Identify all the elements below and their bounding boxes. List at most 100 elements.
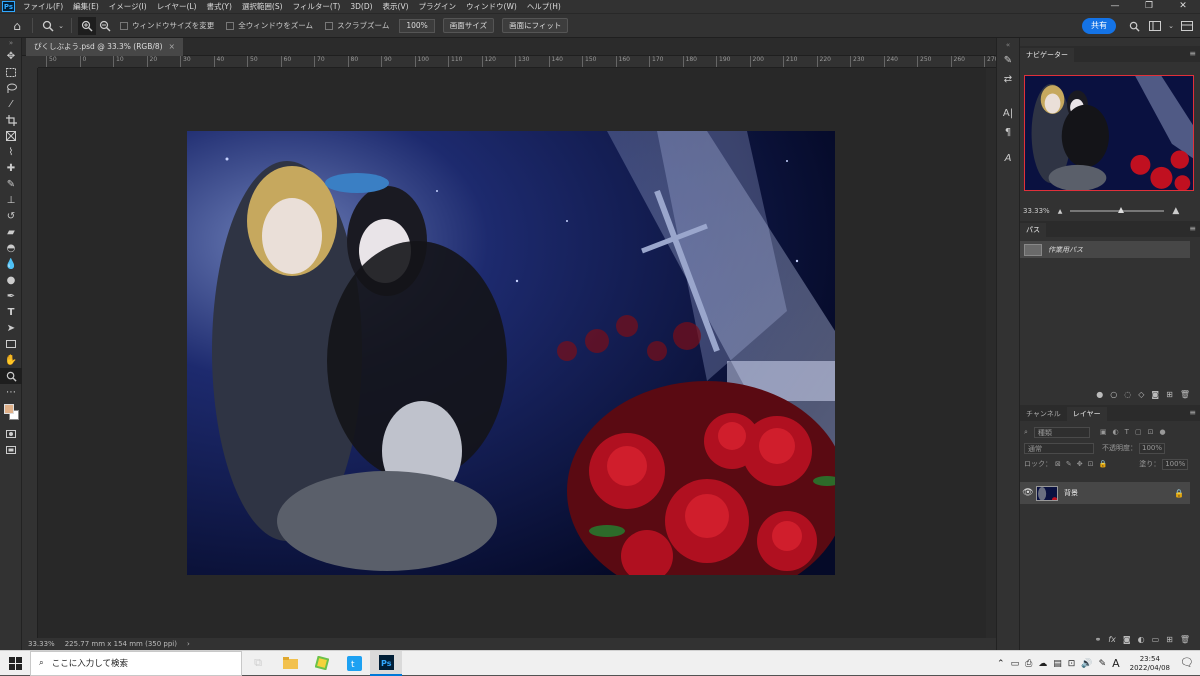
opacity-field[interactable]: 100% — [1139, 442, 1165, 454]
menu-edit[interactable]: 編集(E) — [68, 1, 104, 12]
ime-indicator[interactable]: A — [1112, 657, 1120, 670]
filter-smart-icon[interactable]: ⊡ — [1148, 428, 1154, 436]
taskbar-search-box[interactable]: ⌕ ここに入力して検索 — [30, 650, 242, 676]
home-icon[interactable]: ⌂ — [8, 17, 26, 35]
search-icon[interactable] — [1125, 17, 1143, 35]
tray-overflow-icon[interactable]: ⌃ — [997, 659, 1005, 669]
file-explorer-icon[interactable] — [274, 651, 306, 676]
chevron-down-icon[interactable]: ⌄ — [57, 17, 65, 35]
visibility-eye-icon[interactable]: 👁 — [1020, 488, 1036, 498]
lock-image-icon[interactable]: ✎ — [1066, 460, 1072, 468]
menu-filter[interactable]: フィルター(T) — [288, 1, 346, 12]
tab-navigator[interactable]: ナビゲーター — [1020, 48, 1074, 62]
blend-mode-select[interactable]: 通常 — [1024, 442, 1094, 454]
arrange-icon[interactable] — [1178, 17, 1196, 35]
paragraph-panel-icon[interactable]: ¶ — [997, 124, 1019, 140]
pen-icon[interactable]: ✎ — [1099, 659, 1107, 669]
frame-tool-icon[interactable] — [0, 128, 22, 144]
resize-windows-checkbox[interactable]: ウィンドウサイズを変更 — [120, 20, 214, 31]
zoom-in-large-icon[interactable]: ▲ — [1172, 206, 1179, 216]
character-panel-icon[interactable]: A| — [997, 105, 1019, 121]
delete-path-icon[interactable]: 🗑 — [1180, 390, 1190, 399]
tab-layers[interactable]: レイヤー — [1066, 407, 1107, 421]
menu-select[interactable]: 選択範囲(S) — [237, 1, 288, 12]
status-zoom[interactable]: 33.33% — [28, 640, 55, 648]
lock-transparent-icon[interactable]: ⊠ — [1055, 460, 1061, 468]
menu-image[interactable]: イメージ(I) — [104, 1, 152, 12]
photoshop-taskbar-icon[interactable]: Ps — [370, 650, 402, 676]
tray-device-icon[interactable]: ▭ — [1011, 659, 1020, 669]
eyedropper-tool-icon[interactable]: ⌇ — [0, 144, 22, 160]
make-path-icon[interactable]: ◇ — [1138, 390, 1144, 399]
delete-layer-icon[interactable]: 🗑 — [1180, 635, 1190, 644]
crop-tool-icon[interactable] — [0, 112, 22, 128]
pen-tool-icon[interactable]: ✒ — [0, 288, 22, 304]
fill-path-icon[interactable]: ● — [1096, 390, 1103, 399]
status-menu-arrow[interactable]: › — [187, 640, 190, 648]
fill-field[interactable]: 100% — [1162, 458, 1189, 470]
layer-style-icon[interactable]: fx — [1108, 635, 1116, 644]
menu-3d[interactable]: 3D(D) — [345, 2, 377, 11]
healing-brush-tool-icon[interactable]: ✚ — [0, 160, 22, 176]
tray-window-icon[interactable]: ▤ — [1053, 659, 1062, 669]
zoom-out-icon[interactable] — [96, 17, 114, 35]
panel-menu-icon[interactable]: ≡ — [1189, 224, 1196, 233]
rectangle-tool-icon[interactable] — [0, 336, 22, 352]
brush-tool-icon[interactable]: ✎ — [0, 176, 22, 192]
menu-type[interactable]: 書式(Y) — [202, 1, 237, 12]
twitter-icon[interactable]: t — [338, 651, 370, 676]
history-brush-tool-icon[interactable]: ↺ — [0, 208, 22, 224]
panel-menu-icon[interactable]: ≡ — [1189, 408, 1196, 417]
adjustment-layer-icon[interactable]: ◐ — [1138, 635, 1145, 644]
link-layers-icon[interactable]: ⚭ — [1095, 635, 1102, 644]
hand-tool-icon[interactable]: ✋ — [0, 352, 22, 368]
menu-help[interactable]: ヘルプ(H) — [522, 1, 566, 12]
tray-printer-icon[interactable]: ⎙ — [1025, 659, 1032, 669]
quick-mask-icon[interactable] — [0, 426, 22, 442]
paint-bucket-tool-icon[interactable]: ◓ — [0, 240, 22, 256]
document-tab[interactable]: ぴくしぶよう.psd @ 33.3% (RGB/8) × — [26, 38, 183, 56]
lock-position-icon[interactable]: ✥ — [1077, 460, 1083, 468]
volume-icon[interactable]: 🔊 — [1081, 659, 1092, 669]
notification-icon[interactable]: 🗨 — [1180, 656, 1194, 669]
add-mask-icon[interactable]: ◙ — [1151, 390, 1159, 399]
scrubby-zoom-checkbox[interactable]: スクラブズーム — [325, 20, 389, 31]
navigator-zoom-value[interactable]: 33.33% — [1023, 207, 1050, 215]
chevron-down-icon[interactable]: ⌄ — [1167, 17, 1175, 35]
panel-collapse-icon[interactable]: » — [0, 38, 22, 48]
zoom-in-icon[interactable] — [78, 16, 96, 35]
onedrive-icon[interactable]: ☁ — [1038, 659, 1047, 669]
windows-start-icon[interactable] — [0, 651, 30, 676]
load-selection-icon[interactable]: ◌ — [1124, 390, 1131, 399]
screen-mode-icon[interactable] — [0, 442, 22, 458]
navigator-thumbnail[interactable] — [1024, 75, 1194, 191]
clone-stamp-tool-icon[interactable]: ⊥ — [0, 192, 22, 208]
new-group-icon[interactable]: ▭ — [1152, 635, 1160, 644]
tab-channels[interactable]: チャンネル — [1020, 407, 1067, 421]
taskbar-clock[interactable]: 23:54 2022/04/08 — [1130, 655, 1170, 673]
panel-menu-icon[interactable]: ≡ — [1189, 49, 1196, 58]
task-view-icon[interactable]: ⧉ — [242, 651, 274, 676]
new-layer-icon[interactable]: ⊞ — [1166, 635, 1173, 644]
zoom-tool-icon[interactable] — [39, 17, 57, 35]
workspace-icon[interactable] — [1146, 17, 1164, 35]
menu-window[interactable]: ウィンドウ(W) — [461, 1, 522, 12]
filter-type-icon[interactable]: T — [1125, 428, 1129, 436]
eraser-tool-icon[interactable]: ▰ — [0, 224, 22, 240]
fit-screen-button[interactable]: 画面サイズ — [442, 18, 495, 33]
layer-row[interactable]: 👁 背景 🔒 — [1020, 482, 1190, 504]
close-tab-icon[interactable]: × — [169, 42, 175, 51]
minimize-button[interactable]: — — [1098, 0, 1132, 13]
more-tools-icon[interactable]: ⋯ — [0, 384, 22, 400]
bluestacks-icon[interactable] — [306, 651, 338, 676]
path-selection-tool-icon[interactable]: ➤ — [0, 320, 22, 336]
add-mask-icon[interactable]: ◙ — [1123, 635, 1131, 644]
lock-all-icon[interactable]: 🔒 — [1099, 460, 1108, 468]
network-icon[interactable]: ⊡ — [1068, 659, 1076, 669]
zoom-tool-icon[interactable] — [0, 368, 22, 384]
color-swatches[interactable] — [0, 400, 22, 426]
type-tool-icon[interactable]: T — [0, 304, 22, 320]
marquee-tool-icon[interactable] — [0, 64, 22, 80]
stroke-path-icon[interactable]: ○ — [1110, 390, 1117, 399]
menu-view[interactable]: 表示(V) — [378, 1, 414, 12]
